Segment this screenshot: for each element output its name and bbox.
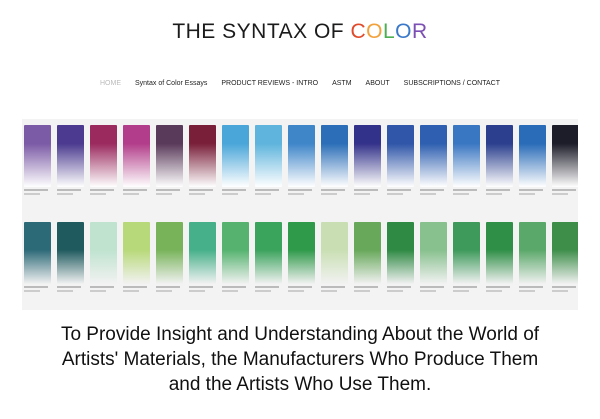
swatch-label	[321, 284, 348, 310]
paint-swatch	[24, 125, 51, 187]
swatch-label	[123, 187, 150, 217]
paint-swatch	[24, 222, 51, 284]
paint-swatch	[420, 125, 447, 187]
nav-item-syntax-of-color-essays[interactable]: Syntax of Color Essays	[135, 80, 207, 98]
swatch-label	[288, 284, 315, 310]
mission-statement: To Provide Insight and Understanding Abo…	[0, 322, 600, 397]
swatch-label	[420, 187, 447, 217]
paint-swatch	[321, 222, 348, 284]
site-title-prefix: THE SYNTAX OF	[172, 20, 351, 43]
mission-line: and the Artists Who Use Them.	[168, 374, 432, 395]
swatch-label	[453, 284, 480, 310]
swatch-labels-bottom	[24, 284, 578, 310]
nav-item-about[interactable]: ABOUT	[366, 80, 390, 98]
paint-swatch	[222, 222, 249, 284]
swatch-label	[24, 187, 51, 217]
swatch-label	[222, 284, 249, 310]
swatch-label	[189, 187, 216, 217]
paint-swatch	[222, 125, 249, 187]
swatch-label	[387, 284, 414, 310]
title-letter: L	[382, 20, 396, 43]
swatch-label	[486, 187, 513, 217]
paint-swatch	[57, 125, 84, 187]
swatch-label	[156, 187, 183, 217]
swatch-label	[420, 284, 447, 310]
paint-swatch	[552, 125, 578, 187]
paint-swatch	[255, 125, 282, 187]
paint-swatch	[387, 222, 414, 284]
mission-line: To Provide Insight and Understanding Abo…	[60, 324, 540, 345]
paint-swatch	[123, 125, 150, 187]
paint-swatch	[486, 222, 513, 284]
swatch-row-top	[24, 125, 578, 187]
paint-swatch	[486, 125, 513, 187]
main-nav: HOME Syntax of Color Essays PRODUCT REVIEW…	[0, 80, 600, 98]
paint-swatch	[57, 222, 84, 284]
swatch-label	[189, 284, 216, 310]
paint-swatch	[156, 125, 183, 187]
nav-item-home[interactable]: HOME	[100, 80, 121, 98]
swatch-label	[90, 284, 117, 310]
site-header: THE SYNTAX OF COLOR	[0, 0, 600, 70]
paint-swatch	[354, 125, 381, 187]
swatch-label	[354, 187, 381, 217]
mission-line: Artists' Materials, the Manufacturers Wh…	[61, 349, 539, 370]
paint-swatch	[387, 125, 414, 187]
paint-swatch-banner	[22, 119, 578, 310]
paint-swatch	[420, 222, 447, 284]
swatch-label	[453, 187, 480, 217]
paint-swatch	[288, 125, 315, 187]
paint-swatch	[255, 222, 282, 284]
paint-swatch	[156, 222, 183, 284]
swatch-label	[519, 284, 546, 310]
paint-swatch	[552, 222, 578, 284]
title-letter: R	[412, 20, 428, 43]
swatch-label	[519, 187, 546, 217]
title-letter: C	[350, 20, 367, 43]
paint-swatch	[90, 222, 117, 284]
swatch-labels-top	[24, 187, 578, 217]
swatch-label	[255, 187, 282, 217]
swatch-label	[255, 284, 282, 310]
swatch-label	[486, 284, 513, 310]
paint-swatch	[189, 125, 216, 187]
site-title-color-word: COLOR	[350, 20, 427, 43]
paint-swatch	[123, 222, 150, 284]
swatch-label	[123, 284, 150, 310]
nav-item-astm[interactable]: ASTM	[332, 80, 351, 98]
paint-swatch	[90, 125, 117, 187]
paint-swatch	[189, 222, 216, 284]
swatch-label	[57, 187, 84, 217]
swatch-label	[90, 187, 117, 217]
swatch-label	[222, 187, 249, 217]
paint-swatch	[321, 125, 348, 187]
swatch-label	[288, 187, 315, 217]
swatch-label	[354, 284, 381, 310]
swatch-label	[552, 187, 578, 217]
paint-swatch	[288, 222, 315, 284]
swatch-label	[156, 284, 183, 310]
swatch-label	[24, 284, 51, 310]
swatch-label	[321, 187, 348, 217]
swatch-row-bottom	[24, 222, 578, 284]
paint-swatch	[453, 125, 480, 187]
title-letter: O	[395, 20, 412, 43]
swatch-label	[57, 284, 84, 310]
nav-item-subscriptions-contact[interactable]: SUBSCRIPTIONS / CONTACT	[404, 80, 500, 98]
nav-item-product-reviews-intro[interactable]: PRODUCT REVIEWS - INTRO	[221, 80, 318, 98]
swatch-label	[552, 284, 578, 310]
title-letter: O	[366, 20, 383, 43]
swatch-label	[387, 187, 414, 217]
paint-swatch	[519, 222, 546, 284]
paint-swatch	[453, 222, 480, 284]
paint-swatch	[354, 222, 381, 284]
site-title[interactable]: THE SYNTAX OF COLOR	[0, 20, 600, 44]
paint-swatch	[519, 125, 546, 187]
